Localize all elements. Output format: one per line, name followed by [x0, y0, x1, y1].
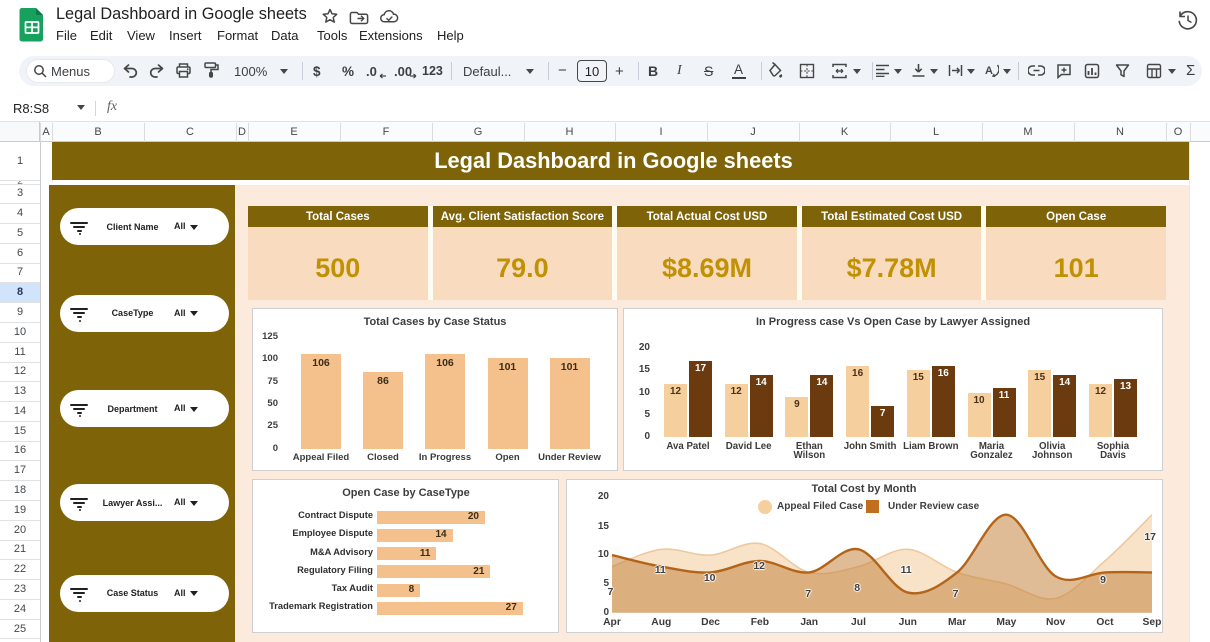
svg-text:A: A — [985, 65, 993, 77]
